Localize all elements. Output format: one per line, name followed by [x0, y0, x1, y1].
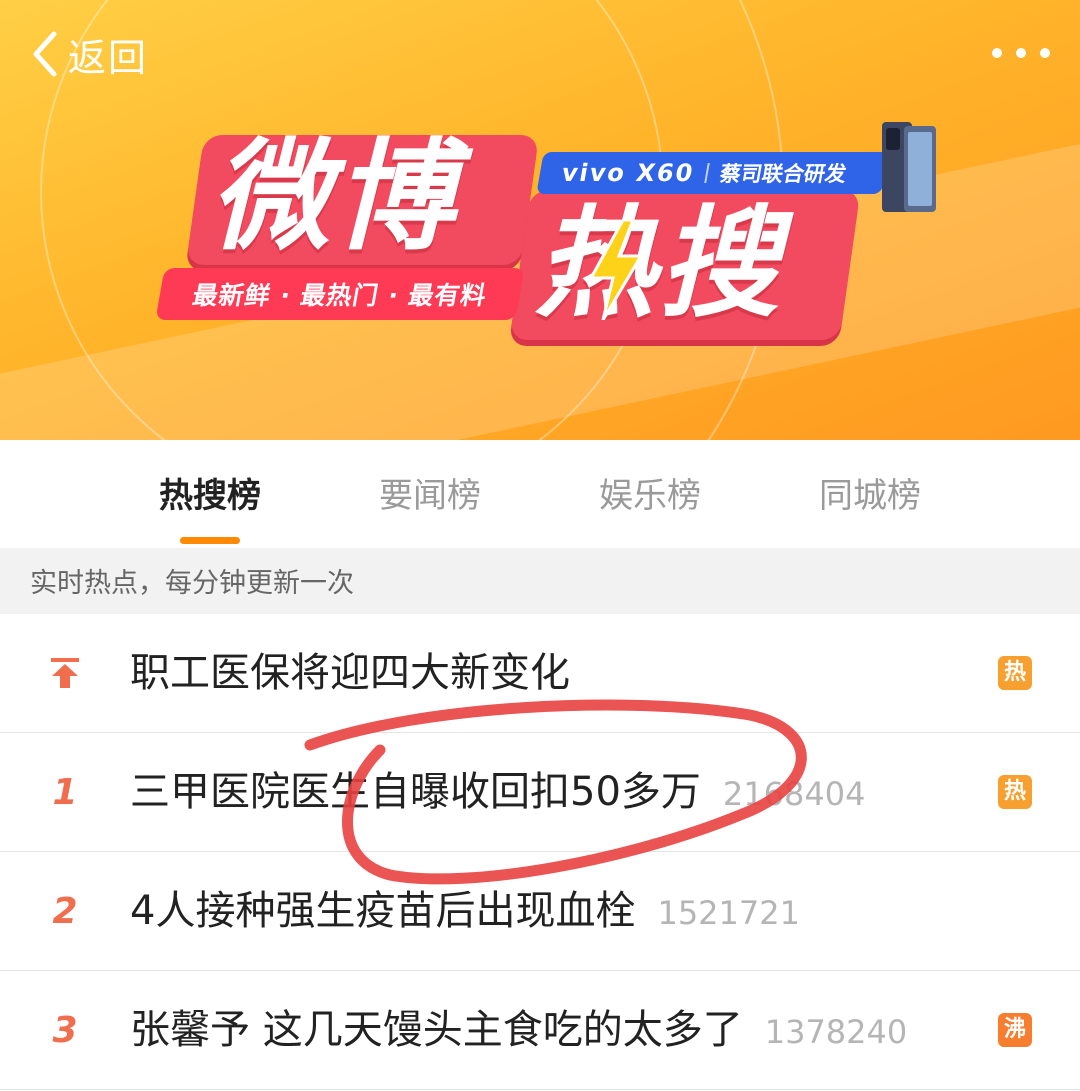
promo-subtitle: 蔡司联合研发	[717, 162, 849, 186]
promo-badge[interactable]: vivo X60 蔡司联合研发	[536, 152, 889, 194]
chevron-left-icon	[33, 31, 57, 77]
hot-search-banner: 返回 微博 热搜 最新鲜 · 最热门 · 最有料 vivo X60 蔡司联合研发	[0, 0, 1080, 440]
list-item[interactable]: 1 三甲医院医生自曝收回扣50多万 2168404 热	[0, 733, 1080, 852]
tab-local[interactable]: 同城榜	[760, 440, 980, 552]
lightning-bolt-icon	[588, 220, 644, 320]
list-item-title: 三甲医院医生自曝收回扣50多万 2168404	[130, 733, 865, 851]
list-item-title: 张馨予 这几天馒头主食吃的太多了 1378240	[130, 971, 907, 1089]
banner-title-weibo: 微博	[210, 128, 458, 267]
list-item-title: 4人接种强生疫苗后出现血栓 1521721	[130, 852, 800, 970]
list-item[interactable]: 职工医保将迎四大新变化 热	[0, 614, 1080, 733]
heat-count: 1521721	[657, 894, 800, 932]
list-item-text: 职工医保将迎四大新变化	[130, 650, 570, 696]
update-notice: 实时热点，每分钟更新一次	[0, 548, 1080, 614]
hot-badge: 热	[998, 775, 1032, 809]
more-menu-button[interactable]	[992, 38, 1050, 68]
banner-title-resou: 热搜	[535, 195, 783, 334]
boiling-badge: 沸	[998, 1013, 1032, 1047]
list-item[interactable]: 2 4人接种强生疫苗后出现血栓 1521721	[0, 852, 1080, 971]
list-item-text: 三甲医院医生自曝收回扣50多万	[130, 769, 701, 815]
tab-news[interactable]: 要闻榜	[320, 440, 540, 552]
more-dot-icon	[1016, 48, 1026, 58]
list-item-text: 4人接种强生疫苗后出现血栓	[130, 888, 636, 934]
rank-number: 3	[52, 1009, 78, 1051]
list-item[interactable]: 3 张馨予 这几天馒头主食吃的太多了 1378240 沸	[0, 971, 1080, 1090]
promo-brand: vivo X60	[559, 159, 697, 187]
hot-search-list: 职工医保将迎四大新变化 热 1 三甲医院医生自曝收回扣50多万 2168404 热…	[0, 614, 1080, 1090]
rank-number: 1	[52, 771, 78, 813]
list-item-title: 职工医保将迎四大新变化	[130, 614, 570, 732]
heat-count: 1378240	[764, 1013, 908, 1051]
phone-image-icon	[882, 122, 936, 212]
list-item-text: 张馨予 这几天馒头主食吃的太多了	[130, 1007, 743, 1053]
tab-entertainment[interactable]: 娱乐榜	[540, 440, 760, 552]
more-dot-icon	[1040, 48, 1050, 58]
more-dot-icon	[992, 48, 1002, 58]
banner-slogan: 最新鲜 · 最热门 · 最有料	[155, 268, 525, 320]
heat-count: 2168404	[722, 775, 866, 813]
back-button[interactable]: 返回	[28, 28, 148, 80]
hot-badge: 热	[998, 656, 1032, 690]
tab-hot-search[interactable]: 热搜榜	[100, 440, 320, 552]
back-label: 返回	[68, 35, 149, 80]
pinned-top-icon	[40, 614, 90, 732]
rank-number: 2	[52, 890, 78, 932]
ranking-tabs: 热搜榜 要闻榜 娱乐榜 同城榜	[0, 440, 1080, 548]
